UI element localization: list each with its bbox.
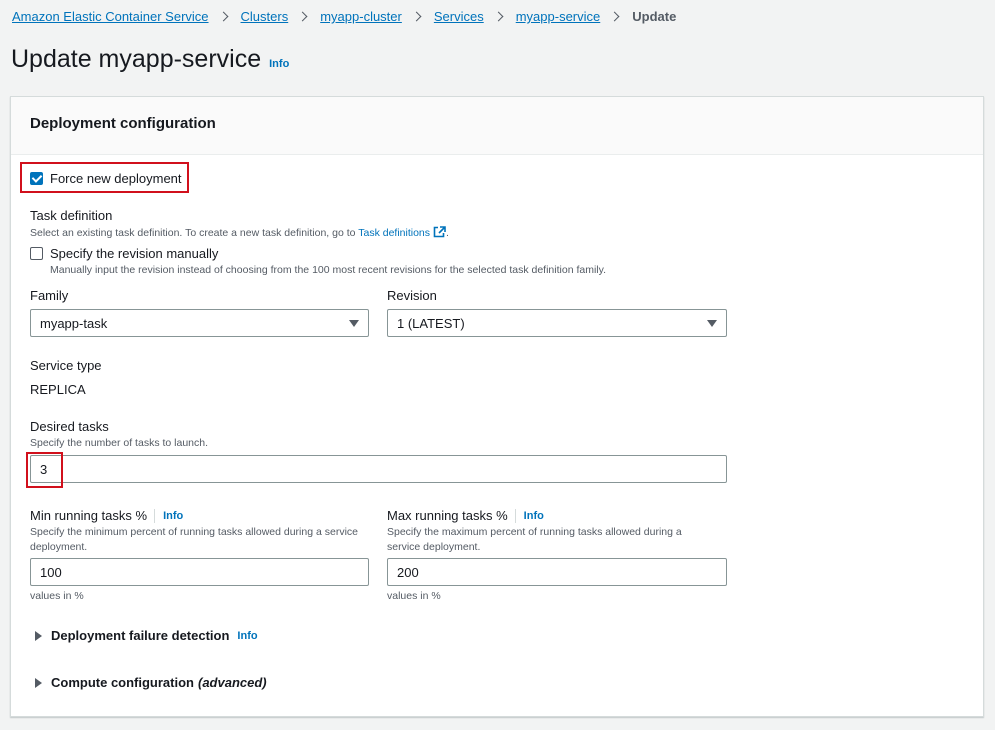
max-running-info-link[interactable]: Info	[524, 510, 544, 522]
max-running-hint: values in %	[387, 590, 441, 602]
min-running-value: 100	[40, 565, 62, 580]
task-definition-desc: Select an existing task definition. To c…	[30, 226, 449, 241]
breadcrumb-current: Update	[632, 9, 677, 24]
force-deployment-label[interactable]: Force new deployment	[50, 171, 182, 186]
min-running-label-row: Min running tasks % Info	[30, 508, 183, 523]
min-running-label: Min running tasks %	[30, 508, 148, 523]
max-running-input[interactable]: 200	[387, 558, 727, 586]
compute-config-expander[interactable]: Compute configuration (advanced)	[35, 675, 267, 690]
caret-down-icon	[707, 319, 717, 327]
divider	[154, 508, 156, 523]
desired-tasks-highlight	[26, 452, 63, 488]
page-info-link[interactable]: Info	[269, 58, 289, 70]
task-definitions-link[interactable]: Task definitions	[358, 227, 430, 239]
force-deployment-row[interactable]: Force new deployment	[30, 171, 182, 186]
service-type-label: Service type	[30, 358, 102, 373]
revision-label: Revision	[387, 288, 437, 303]
deployment-configuration-panel: Deployment configuration Force new deplo…	[10, 96, 984, 717]
family-select-value: myapp-task	[40, 315, 108, 331]
desired-tasks-desc: Specify the number of tasks to launch.	[30, 437, 209, 449]
caret-down-icon	[349, 319, 359, 327]
force-deployment-checkbox[interactable]	[30, 172, 43, 185]
panel-title: Deployment configuration	[11, 97, 983, 155]
chevron-right-icon	[218, 11, 228, 22]
chevron-right-icon	[297, 11, 308, 22]
page-title-wrap: Update myapp-service Info	[11, 45, 289, 74]
task-definition-label: Task definition	[30, 208, 113, 223]
chevron-right-icon	[609, 11, 620, 22]
divider	[514, 508, 516, 523]
failure-detection-info-link[interactable]: Info	[237, 630, 257, 642]
manual-revision-row[interactable]: Specify the revision manually	[30, 246, 218, 261]
failure-detection-label[interactable]: Deployment failure detection	[51, 628, 229, 643]
breadcrumb-ecs[interactable]: Amazon Elastic Container Service	[12, 9, 209, 24]
max-running-label-row: Max running tasks % Info	[387, 508, 544, 523]
compute-config-label[interactable]: Compute configuration	[51, 675, 194, 690]
external-link-icon[interactable]	[433, 226, 446, 238]
chevron-right-icon	[411, 11, 422, 22]
caret-right-icon	[35, 630, 42, 641]
min-running-hint: values in %	[30, 590, 84, 602]
page-title: Update myapp-service	[11, 45, 262, 73]
manual-revision-desc: Manually input the revision instead of c…	[50, 264, 607, 276]
manual-revision-checkbox[interactable]	[30, 247, 43, 260]
breadcrumb: Amazon Elastic Container Service Cluster…	[12, 9, 676, 24]
breadcrumb-cluster[interactable]: myapp-cluster	[320, 9, 402, 24]
revision-select[interactable]: 1 (LATEST)	[387, 309, 727, 337]
max-running-desc: Specify the maximum percent of running t…	[387, 526, 682, 553]
revision-select-value: 1 (LATEST)	[397, 315, 465, 331]
max-running-label: Max running tasks %	[387, 508, 508, 523]
desired-tasks-label: Desired tasks	[30, 419, 109, 434]
caret-right-icon	[35, 677, 42, 688]
desired-tasks-input[interactable]: 3	[30, 455, 727, 483]
task-definition-desc-text: Select an existing task definition. To c…	[30, 227, 359, 239]
min-running-input[interactable]: 100	[30, 558, 369, 586]
min-running-desc: Specify the minimum percent of running t…	[30, 526, 358, 553]
breadcrumb-services[interactable]: Services	[434, 9, 484, 24]
manual-revision-label[interactable]: Specify the revision manually	[50, 246, 218, 261]
breadcrumb-service[interactable]: myapp-service	[516, 9, 601, 24]
service-type-value: REPLICA	[30, 382, 86, 397]
chevron-right-icon	[493, 11, 504, 22]
task-definition-desc-end: .	[446, 227, 449, 239]
min-running-info-link[interactable]: Info	[163, 510, 183, 522]
family-label: Family	[30, 288, 69, 303]
failure-detection-expander[interactable]: Deployment failure detection Info	[35, 628, 258, 643]
compute-config-suffix: (advanced)	[198, 675, 267, 690]
breadcrumb-clusters[interactable]: Clusters	[241, 9, 289, 24]
family-select[interactable]: myapp-task	[30, 309, 369, 337]
max-running-value: 200	[397, 565, 419, 580]
